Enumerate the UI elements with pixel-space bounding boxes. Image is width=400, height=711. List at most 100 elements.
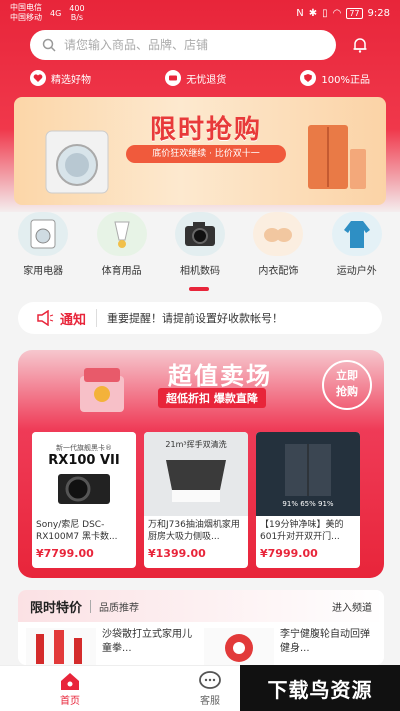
buy-now-line2: 抢购 (336, 385, 358, 398)
feature-curated: 精选好物 (30, 67, 91, 89)
category-label: 运动户外 (336, 266, 377, 277)
network-indicator: 4G (50, 8, 62, 18)
wifi-icon: ◠ (332, 7, 342, 19)
buy-now-line1: 立即 (336, 369, 358, 382)
gift-box-illustration (80, 368, 124, 412)
card-icon (165, 70, 182, 86)
flash-item-image (26, 628, 96, 665)
product-badge: RX100 VII (48, 452, 120, 468)
home-icon (61, 673, 79, 690)
category-sports[interactable]: 体育用品 (86, 212, 158, 292)
fridge-icon (285, 444, 331, 496)
feature-label: 精选好物 (51, 74, 91, 86)
flash-item-name: 沙袋散打立式家用儿童拳... (102, 629, 192, 654)
compact-camera-icon (58, 473, 110, 504)
battery-indicator: 77 (346, 7, 363, 19)
banner-subtitle: 底价狂欢继续 · 比价双十一 (126, 145, 286, 163)
speed-value: 400 (69, 4, 85, 13)
range-hood-icon (166, 459, 226, 502)
product-name: Sony/索尼 DSC-RX100M7 黑卡数... (36, 520, 118, 542)
flash-item[interactable]: 沙袋散打立式家用儿童拳... (26, 628, 198, 665)
tab-label: 首页 (60, 696, 80, 707)
notice-text: 重要提醒！请提前设置好收款帐号！ (107, 312, 284, 325)
feature-label: 无忧退货 (186, 74, 227, 86)
search-input[interactable] (64, 38, 304, 52)
category-outdoor[interactable]: 运动户外 (321, 212, 393, 292)
category-label: 相机数码 (179, 266, 220, 277)
feature-label: 100%正品 (321, 74, 370, 86)
category-label: 家用电器 (23, 266, 64, 277)
lingerie-icon (253, 212, 304, 256)
search-row (30, 30, 370, 60)
notice-bar[interactable]: 通知 重要提醒！请提前设置好收款帐号！ (18, 302, 382, 334)
category-label: 体育用品 (101, 266, 142, 277)
product-badge-top: 新一代旗舰黑卡® (56, 443, 112, 452)
shield-icon (300, 70, 317, 86)
flash-subtitle: 品质推荐 (99, 602, 140, 614)
category-cameras[interactable]: 相机数码 (164, 212, 236, 292)
feature-returns: 无忧退货 (165, 67, 226, 89)
product-card[interactable]: 新一代旗舰黑卡® RX100 VII Sony/索尼 DSC-RX100M7 黑… (32, 432, 136, 568)
flash-item-image (204, 628, 274, 665)
category-lingerie[interactable]: 内衣配饰 (242, 212, 314, 292)
buy-now-button[interactable]: 立即 抢购 (322, 360, 372, 410)
product-price: ¥7999.00 (260, 547, 318, 560)
product-name: 万和J736抽油烟机家用厨房大吸力侧吸... (148, 520, 240, 542)
flash-item-list: 沙袋散打立式家用儿童拳... 李宁健腹轮自动回弹健身... (18, 622, 384, 665)
status-bar: 中国电信 中国移动 4G 400 B/s N ✱ ▯ ◠ 77 9:28 (0, 0, 400, 26)
category-scroll-indicator (189, 287, 209, 291)
feature-strip: 精选好物 无忧退货 100%正品 (30, 67, 370, 89)
product-card[interactable]: 91% 65% 91% 【19分钟净味】美的601升对开双开门... ¥7999… (256, 432, 360, 568)
flash-sale-banner[interactable]: 限时抢购 底价狂欢继续 · 比价双十一 (14, 97, 386, 205)
product-price: ¥1399.00 (148, 547, 206, 560)
carrier-1: 中国电信 (10, 3, 42, 12)
flash-item-name: 李宁健腹轮自动回弹健身... (280, 629, 370, 654)
flash-item[interactable]: 李宁健腹轮自动回弹健身... (204, 628, 376, 665)
search-box[interactable] (30, 30, 336, 60)
bluetooth-icon: ✱ (308, 7, 318, 19)
feature-genuine: 100%正品 (300, 67, 370, 89)
category-appliances[interactable]: 家用电器 (7, 212, 79, 292)
carrier-info: 中国电信 中国移动 (10, 3, 42, 23)
deal-product-list: 新一代旗舰黑卡® RX100 VII Sony/索尼 DSC-RX100M7 黑… (32, 432, 384, 568)
super-deal-section: 超值卖场 超低折扣 爆款直降 立即 抢购 新一代旗舰黑卡® RX100 VII … (18, 350, 384, 578)
bell-icon[interactable] (350, 35, 370, 55)
product-card[interactable]: 21m³挥手双清洗 万和J736抽油烟机家用厨房大吸力侧吸... ¥1399.0… (144, 432, 248, 568)
clock: 9:28 (367, 7, 390, 19)
product-badge: 91% 65% 91% (282, 500, 334, 508)
tab-label: 客服 (200, 696, 220, 707)
search-icon (42, 38, 56, 52)
chat-icon (199, 671, 221, 689)
shuttlecock-icon (96, 212, 147, 256)
product-image: 91% 65% 91% (256, 432, 360, 516)
deal-title: 超值卖场 (168, 362, 272, 390)
fridge-illustration (308, 125, 366, 189)
product-badge: 21m³挥手双清洗 (165, 439, 227, 449)
heart-icon (30, 70, 46, 86)
notice-divider (96, 309, 98, 327)
network-speed: 400 B/s (69, 4, 84, 22)
flash-sale-section: 限时特价 品质推荐 进入频道 沙袋散打立式家用儿童拳... 李宁健腹轮自动回弹健… (18, 590, 384, 665)
megaphone-icon (37, 310, 54, 326)
deal-subtitle: 超低折扣 爆款直降 (158, 388, 266, 408)
jacket-icon (331, 212, 382, 256)
category-label: 内衣配饰 (258, 266, 299, 277)
product-name: 【19分钟净味】美的601升对开双开门... (260, 520, 344, 542)
product-price: ¥7799.00 (36, 547, 94, 560)
enter-channel-link[interactable]: 进入频道 (332, 599, 372, 614)
category-row: 家用电器 体育用品 相机数码 内衣配饰 运动户外 (0, 212, 400, 292)
vibrate-icon: ▯ (322, 7, 328, 19)
banner-title: 限时抢购 (149, 115, 262, 145)
carrier-2: 中国移动 (10, 13, 42, 22)
flash-sale-header: 限时特价 品质推荐 进入频道 (18, 590, 384, 622)
washing-machine-icon (18, 212, 69, 256)
camera-icon (174, 212, 225, 256)
washing-machine-illustration (45, 130, 109, 194)
notice-title: 通知 (60, 312, 87, 328)
flash-divider (90, 599, 92, 613)
watermark: 下载鸟资源 (240, 665, 400, 711)
tab-home[interactable]: 首页 (0, 670, 140, 707)
flash-title: 限时特价 (30, 600, 83, 616)
nfc-icon: N (296, 7, 304, 19)
product-image: 21m³挥手双清洗 (144, 432, 248, 516)
